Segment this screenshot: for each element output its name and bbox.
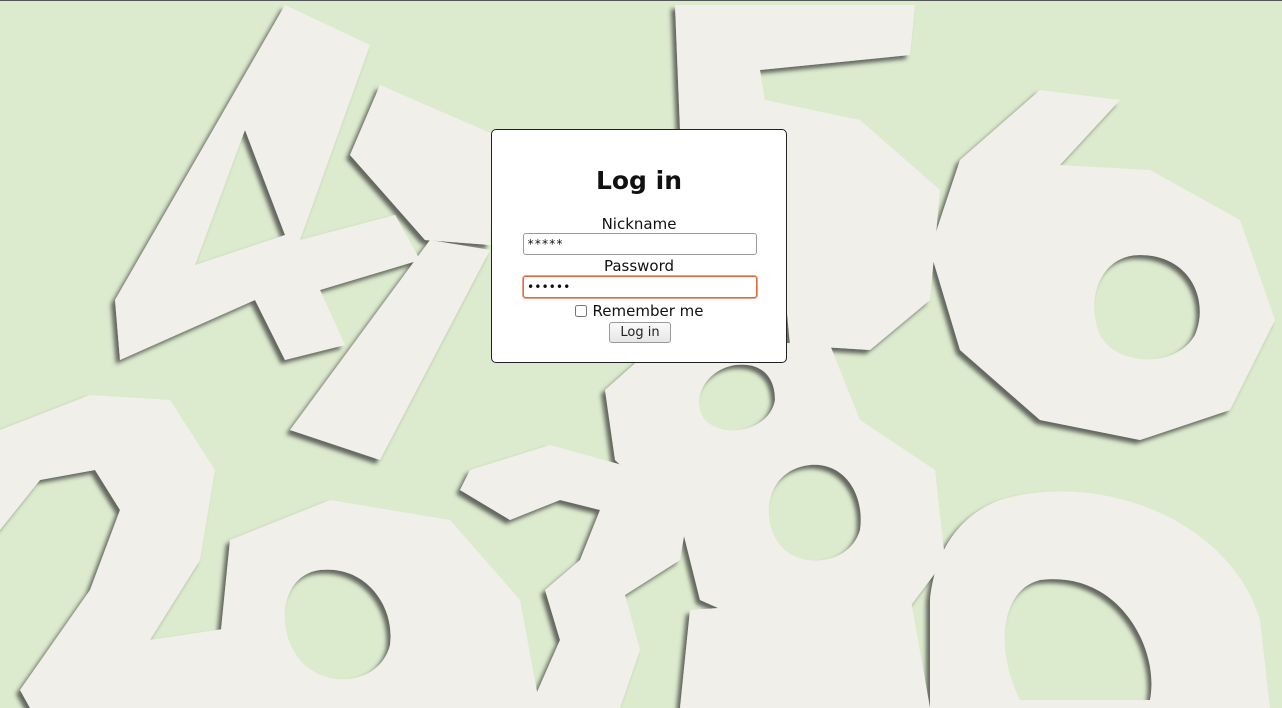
nickname-input[interactable]: [523, 233, 757, 255]
remember-me-checkbox[interactable]: [574, 305, 587, 317]
remember-me-row: Remember me: [492, 302, 786, 320]
login-dialog: Log in Nickname Password Remember me Log…: [491, 129, 787, 363]
password-label: Password: [603, 257, 675, 275]
top-border: [0, 0, 1282, 1]
remember-me-label: Remember me: [592, 302, 704, 320]
password-input[interactable]: [523, 276, 757, 298]
nickname-label: Nickname: [601, 215, 677, 233]
login-button[interactable]: Log in: [609, 322, 671, 343]
login-title: Log in: [595, 166, 683, 195]
